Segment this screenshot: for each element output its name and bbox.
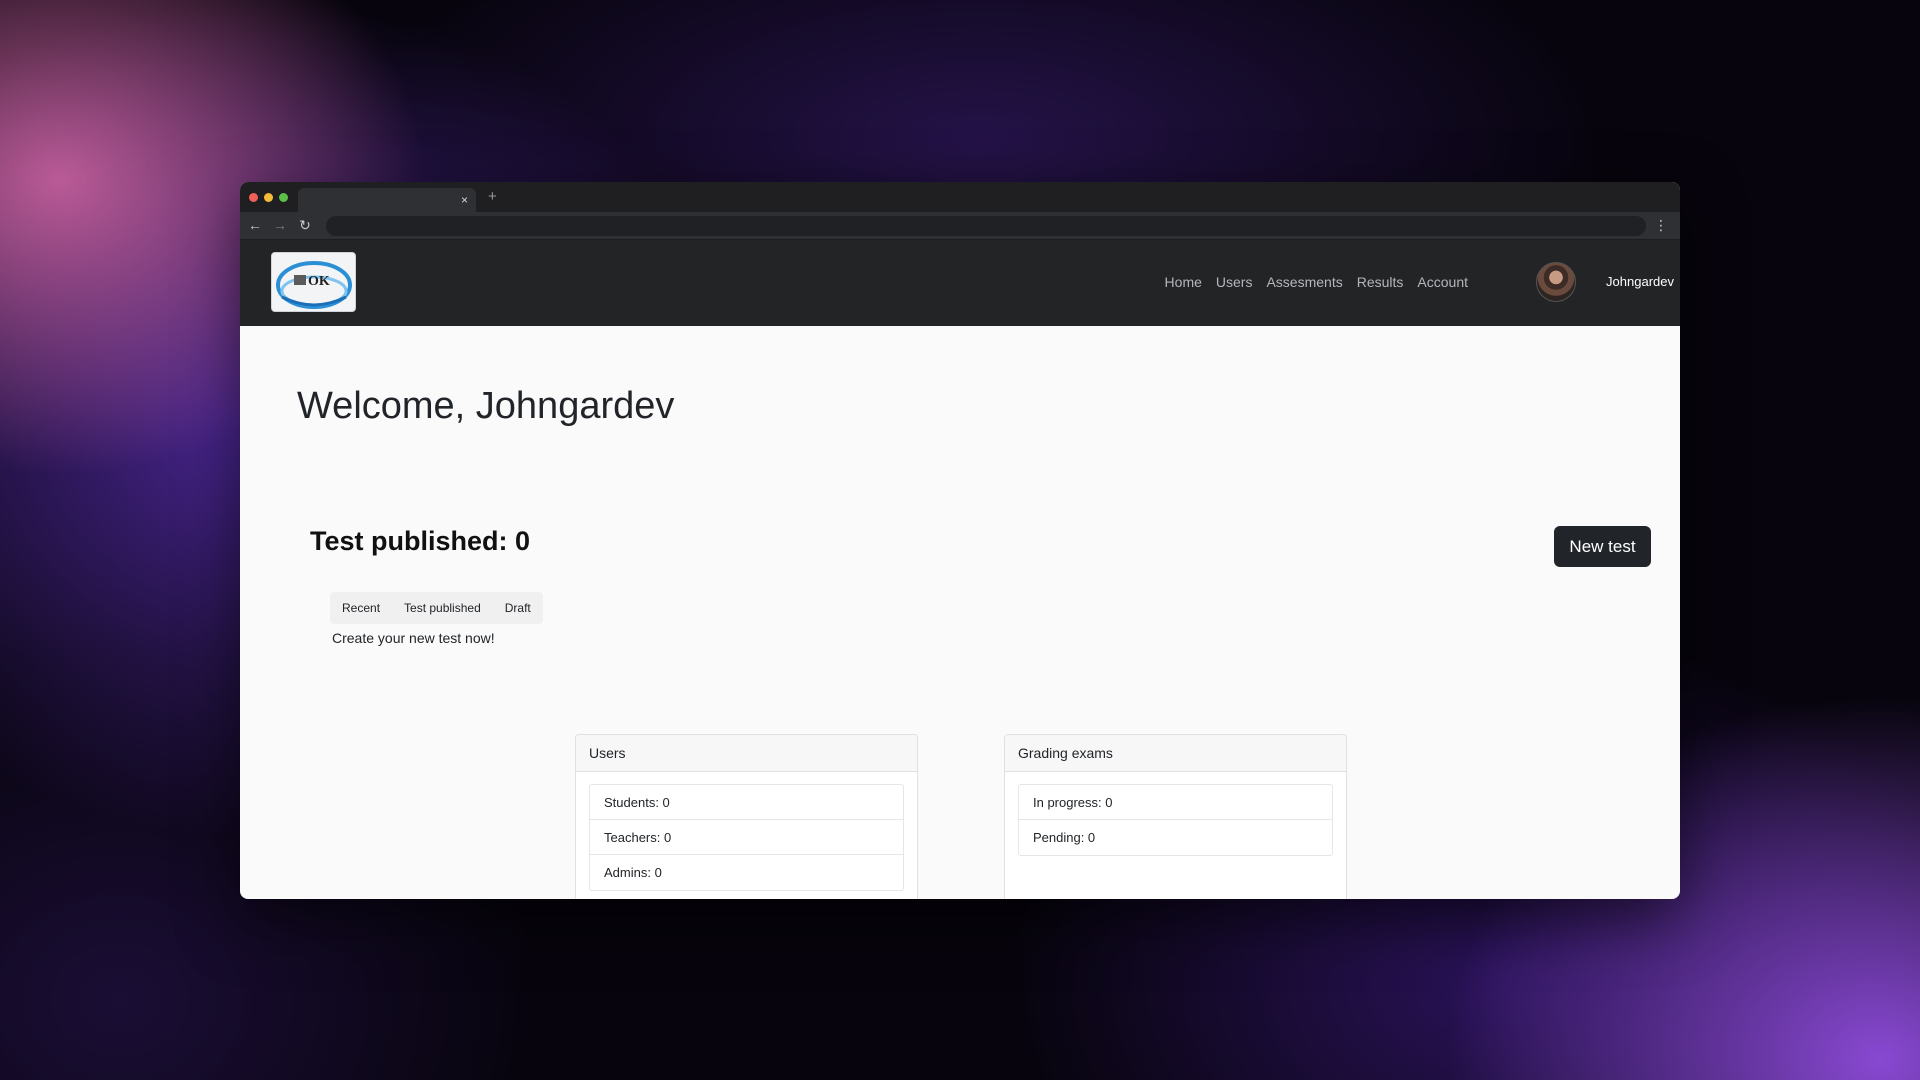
new-tab-icon[interactable]: +: [488, 189, 497, 205]
grading-exams-card: Grading exams In progress: 0 Pending: 0: [1004, 734, 1347, 899]
tab-draft[interactable]: Draft: [493, 592, 543, 624]
new-test-button[interactable]: New test: [1554, 526, 1651, 567]
browser-window: × + ← → ↻ ⋮ OK Home Users Assesments Res…: [240, 182, 1680, 899]
logo-emblem-icon: OK: [276, 261, 352, 309]
minimize-window-button[interactable]: [264, 193, 273, 202]
nav-home[interactable]: Home: [1165, 273, 1202, 291]
browser-tab[interactable]: ×: [298, 188, 476, 212]
users-card: Users Students: 0 Teachers: 0 Admins: 0: [575, 734, 918, 899]
browser-toolbar: ← → ↻ ⋮: [240, 212, 1680, 240]
nav-results[interactable]: Results: [1357, 273, 1404, 291]
maximize-window-button[interactable]: [279, 193, 288, 202]
svg-text:OK: OK: [308, 274, 330, 289]
list-item-pending: Pending: 0: [1033, 830, 1096, 845]
page-content: Welcome, Johngardev Test published: 0 Ne…: [240, 326, 1680, 899]
avatar[interactable]: [1536, 262, 1576, 302]
list-item-in-progress: In progress: 0: [1019, 785, 1332, 820]
main-nav: Home Users Assesments Results Account: [1165, 273, 1468, 291]
close-window-button[interactable]: [249, 193, 258, 202]
username-label[interactable]: Johngardev: [1606, 274, 1674, 290]
list-item-students: Students: 0: [590, 785, 903, 820]
list-item-admins: Admins: 0: [604, 865, 662, 880]
window-controls: [249, 193, 288, 202]
close-icon[interactable]: ×: [461, 192, 468, 208]
users-card-title: Users: [576, 735, 917, 772]
tab-recent[interactable]: Recent: [330, 592, 392, 624]
nav-assessments[interactable]: Assesments: [1266, 273, 1342, 291]
tab-test-published[interactable]: Test published: [392, 592, 493, 624]
page-title: Welcome, Johngardev: [297, 385, 675, 427]
reload-icon[interactable]: ↻: [297, 217, 313, 233]
nav-users[interactable]: Users: [1216, 273, 1253, 291]
browser-tabstrip: × +: [240, 182, 1680, 212]
forward-arrow-icon[interactable]: →: [272, 217, 288, 233]
browser-menu-icon[interactable]: ⋮: [1654, 217, 1668, 233]
app-header: OK Home Users Assesments Results Account…: [240, 240, 1680, 326]
empty-state-message: Create your new test now!: [332, 630, 495, 646]
nav-account[interactable]: Account: [1417, 273, 1468, 291]
grading-stats-list: In progress: 0 Pending: 0: [1018, 784, 1333, 856]
test-filter-tabs: Recent Test published Draft: [330, 592, 543, 624]
back-arrow-icon[interactable]: ←: [247, 217, 263, 233]
site-logo[interactable]: OK: [271, 252, 356, 312]
users-stats-list: Students: 0 Teachers: 0 Admins: 0: [589, 784, 904, 891]
grading-card-title: Grading exams: [1005, 735, 1346, 772]
published-count-heading: Test published: 0: [310, 526, 531, 556]
list-item-teachers: Teachers: 0: [590, 820, 903, 855]
address-bar[interactable]: [326, 216, 1646, 236]
